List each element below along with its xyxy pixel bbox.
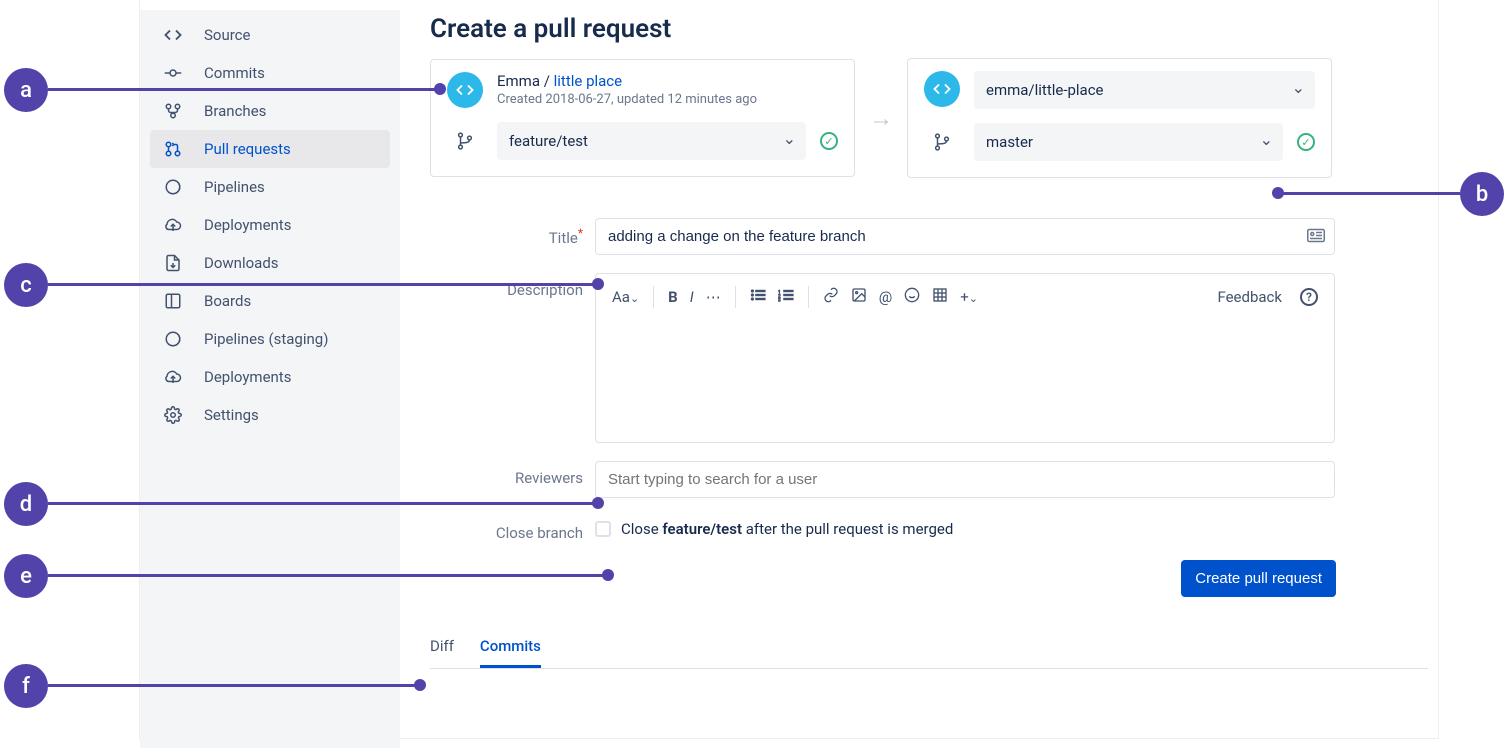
feedback-link[interactable]: Feedback <box>1217 288 1282 306</box>
close-branch-checkbox[interactable] <box>595 521 611 537</box>
annotation-e-badge: e <box>4 554 48 598</box>
annotation-d-line <box>48 502 594 505</box>
numbered-list-button[interactable]: 123 <box>778 288 794 306</box>
annotation-b-dot <box>1272 187 1284 199</box>
tab-diff[interactable]: Diff <box>430 637 454 668</box>
dest-branch-card: emma/little-place master ✓ <box>907 58 1332 178</box>
title-input[interactable] <box>595 218 1335 255</box>
sidebar-item-pipelines-staging[interactable]: Pipelines (staging) <box>150 320 390 358</box>
sidebar-item-source[interactable]: Source <box>150 16 390 54</box>
reviewers-input[interactable] <box>595 461 1335 498</box>
tab-commits[interactable]: Commits <box>480 637 541 668</box>
boards-icon <box>162 292 184 310</box>
annotation-d-dot <box>592 497 604 509</box>
source-branch-card: Emma / little place Created 2018-06-27, … <box>430 59 855 177</box>
status-ok-icon: ✓ <box>1297 133 1315 151</box>
annotation-c-line <box>48 283 594 286</box>
emoji-button[interactable] <box>904 287 920 307</box>
text-style-button[interactable]: Aa⌄ <box>612 288 639 306</box>
sidebar-item-downloads[interactable]: Downloads <box>150 244 390 282</box>
sidebar-item-label: Deployments <box>204 216 291 234</box>
image-button[interactable] <box>851 287 867 307</box>
cloud-up-icon <box>162 368 184 386</box>
branch-icon <box>924 133 960 151</box>
annotation-e-line <box>48 574 604 577</box>
sidebar-item-pull-requests[interactable]: Pull requests <box>150 130 390 168</box>
italic-button[interactable]: I <box>690 288 694 306</box>
bold-button[interactable]: B <box>668 288 678 306</box>
code-icon <box>162 26 184 44</box>
more-formatting-button[interactable]: ⋯ <box>706 288 721 306</box>
status-ok-icon: ✓ <box>820 132 838 150</box>
branch-icon <box>447 132 483 150</box>
sidebar-item-label: Pipelines <box>204 178 265 196</box>
annotation-b-line <box>1282 192 1460 195</box>
commit-icon <box>162 64 184 82</box>
sidebar-item-branches[interactable]: Branches <box>150 92 390 130</box>
sidebar-item-label: Settings <box>204 406 259 424</box>
repo-icon <box>447 72 483 108</box>
arrow-right-icon: → <box>869 104 893 133</box>
sidebar-item-commits[interactable]: Commits <box>150 54 390 92</box>
pipelines-icon <box>162 330 184 348</box>
insert-more-button[interactable]: +⌄ <box>960 288 978 306</box>
annotation-e-dot <box>602 569 614 581</box>
close-branch-label: Close branch <box>490 516 595 542</box>
bullet-list-button[interactable] <box>750 288 766 306</box>
description-label: Description <box>490 273 595 443</box>
repo-icon <box>924 71 960 107</box>
gear-icon <box>162 406 184 424</box>
sidebar-item-label: Source <box>204 26 250 44</box>
sidebar-item-pipelines[interactable]: Pipelines <box>150 168 390 206</box>
annotation-c-badge: c <box>4 263 48 307</box>
close-branch-text: Close feature/test after the pull reques… <box>621 520 953 538</box>
sidebar-item-label: Pull requests <box>204 140 291 158</box>
result-tabs: Diff Commits <box>430 637 1428 669</box>
annotation-d-badge: d <box>4 482 48 526</box>
sidebar-item-label: Deployments <box>204 368 291 386</box>
pull-request-icon <box>162 140 184 158</box>
annotation-a-line <box>48 88 436 91</box>
source-repo-meta: Created 2018-06-27, updated 12 minutes a… <box>497 92 757 107</box>
page-title: Create a pull request <box>430 0 1428 58</box>
table-button[interactable] <box>932 287 948 307</box>
sidebar-item-settings[interactable]: Settings <box>150 396 390 434</box>
svg-text:3: 3 <box>778 297 781 302</box>
title-label: Title* <box>490 218 595 255</box>
annotation-a-badge: a <box>4 68 48 112</box>
sidebar: Source Commits Branches Pull requests Pi… <box>140 10 400 748</box>
mention-button[interactable]: @ <box>879 288 892 306</box>
sidebar-item-label: Downloads <box>204 254 279 272</box>
link-button[interactable] <box>823 287 839 307</box>
description-editor[interactable]: Aa⌄ B I ⋯ 123 <box>595 273 1335 443</box>
sidebar-item-label: Pipelines (staging) <box>204 330 328 348</box>
create-pr-button[interactable]: Create pull request <box>1181 560 1336 597</box>
card-icon[interactable] <box>1307 227 1325 246</box>
annotation-f-badge: f <box>4 664 48 708</box>
help-button[interactable]: ? <box>1300 288 1318 306</box>
annotation-a-dot <box>434 83 446 95</box>
sidebar-item-deployments[interactable]: Deployments <box>150 206 390 244</box>
sidebar-item-label: Commits <box>204 64 265 82</box>
dest-repo-select[interactable]: emma/little-place <box>974 71 1315 109</box>
source-branch-select[interactable]: feature/test <box>497 122 806 160</box>
annotation-c-dot <box>592 278 604 290</box>
sidebar-item-deployments-2[interactable]: Deployments <box>150 358 390 396</box>
sidebar-item-boards[interactable]: Boards <box>150 282 390 320</box>
cloud-up-icon <box>162 216 184 234</box>
editor-toolbar: Aa⌄ B I ⋯ 123 <box>596 274 1334 320</box>
dest-branch-select[interactable]: master <box>974 123 1283 161</box>
annotation-b-badge: b <box>1460 172 1504 216</box>
pipelines-icon <box>162 178 184 196</box>
reviewers-label: Reviewers <box>490 461 595 498</box>
sidebar-item-label: Boards <box>204 292 251 310</box>
annotation-f-line <box>48 684 416 687</box>
branch-icon <box>162 102 184 120</box>
download-icon <box>162 254 184 272</box>
sidebar-item-label: Branches <box>204 102 266 120</box>
source-repo-link[interactable]: little place <box>554 72 622 90</box>
source-repo-title: Emma / little place <box>497 72 757 90</box>
annotation-f-dot <box>414 679 426 691</box>
